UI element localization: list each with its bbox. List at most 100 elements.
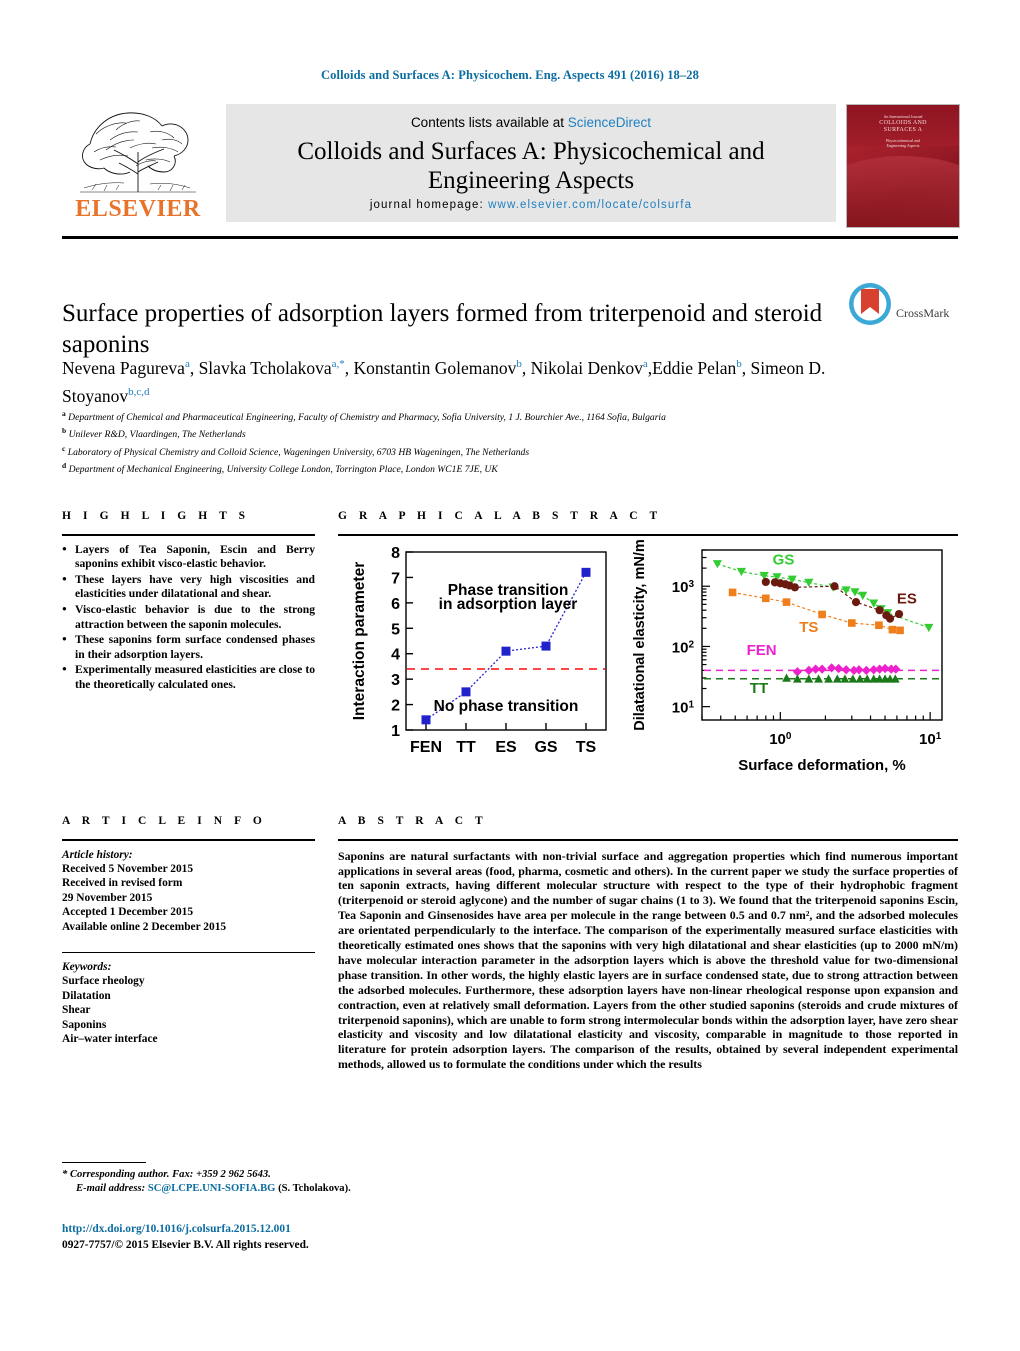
author-1: Nevena Pagurevaa, <box>62 357 199 378</box>
crossmark-label: CrossMark <box>896 306 950 320</box>
homepage-url[interactable]: www.elsevier.com/locate/colsurfa <box>488 199 692 211</box>
y-tick-label: 2 <box>391 698 400 715</box>
masthead-divider <box>62 236 958 239</box>
data-point <box>501 646 511 656</box>
keyword-item: Air–water interface <box>62 1033 158 1046</box>
article-history-block: Article history: Received 5 November 201… <box>62 848 315 934</box>
doi-link[interactable]: http://dx.doi.org/10.1016/j.colsurfa.201… <box>62 1222 291 1237</box>
chart-frame <box>701 549 943 721</box>
data-point <box>762 594 770 603</box>
highlight-item: These saponins form surface condensed ph… <box>62 632 315 662</box>
data-point <box>830 582 839 591</box>
data-point <box>896 626 904 635</box>
article-info-rule <box>62 839 315 841</box>
data-point <box>885 614 895 623</box>
journal-homepage: journal homepage: www.elsevier.com/locat… <box>226 199 836 211</box>
cover-line3: SURFACES A <box>883 127 923 133</box>
author-2: Slavka Tcholakovaa,*, <box>198 357 354 378</box>
history-line: Accepted 1 December 2015 <box>62 906 194 919</box>
x-tick-label: ES <box>495 739 517 756</box>
history-line: Available online 2 December 2015 <box>62 920 227 933</box>
y-tick-label: 101 <box>672 699 695 717</box>
x-tick-label: 100 <box>769 731 792 749</box>
graphical-abstract-figures: 1 2 3 4 5 6 7 8 FEN TT ES GS TS Phase transition in ad… <box>338 538 958 776</box>
journal-title: Colloids and Surfaces A: Physicochemical… <box>246 137 816 195</box>
data-point <box>461 687 471 697</box>
chart-annotation: No phase transition <box>434 698 579 715</box>
abstract-section: A B S T R A C T Saponins are natural sur… <box>338 815 958 1072</box>
crossmark-icon <box>849 283 891 325</box>
email-link[interactable]: SC@LCPE.UNI-SOFIA.BG <box>148 1183 276 1194</box>
keywords-block: Keywords: Surface rheology Dilatation Shea… <box>62 960 315 1046</box>
x-tick-label: TS <box>576 739 597 756</box>
homepage-label: journal homepage: <box>369 199 484 211</box>
x-tick-label: FEN <box>410 739 442 756</box>
y-axis-label: Dilatational elasticity, mN/m <box>632 539 648 731</box>
data-point <box>790 583 799 592</box>
x-tick-label: 101 <box>919 731 942 749</box>
graphical-abstract-section: G R A P H I C A L A B S T R A C T <box>338 510 958 536</box>
y-axis-label: Interaction parameter <box>351 562 368 721</box>
journal-cover-thumbnail: An International Journal COLLOIDS AND SU… <box>846 104 960 228</box>
data-point <box>875 606 884 615</box>
graphical-abstract-rule <box>338 534 958 536</box>
x-tick-label: GS <box>534 739 557 756</box>
graphical-abstract-heading: G R A P H I C A L A B S T R A C T <box>338 510 662 522</box>
sciencedirect-link[interactable]: ScienceDirect <box>568 115 651 130</box>
y-tick-label: 5 <box>391 621 400 638</box>
abstract-text: Saponins are natural surfactants with no… <box>338 848 958 1072</box>
crossmark-badge[interactable]: CrossMark <box>848 282 952 330</box>
paper-page: Colloids and Surfaces A: Physicochem. En… <box>0 0 1020 1351</box>
corresponding-text: Corresponding author. Fax: +359 2 962 56… <box>69 1169 271 1180</box>
x-tick-label: TT <box>456 739 476 756</box>
author-4: Nikolai Denkova, <box>530 357 653 378</box>
abstract-heading: A B S T R A C T <box>338 815 488 827</box>
data-point <box>894 609 904 619</box>
keywords-label: Keywords: <box>62 961 112 974</box>
affiliation-a: a Department of Chemical and Pharmaceuti… <box>62 409 666 424</box>
data-point <box>818 610 826 619</box>
data-point <box>888 625 897 634</box>
contents-prefix: Contents lists available at <box>410 115 568 130</box>
keyword-item: Saponins <box>62 1018 107 1031</box>
elsevier-wordmark: ELSEVIER <box>75 196 201 222</box>
article-history-list: Received 5 November 2015 Received in revi… <box>62 862 315 934</box>
series-label-ES: ES <box>897 590 917 607</box>
email-label: E-mail address: <box>76 1183 146 1194</box>
highlights-heading: H I G H L I G H T S <box>62 510 250 522</box>
elsevier-tree-icon <box>80 112 196 193</box>
article-history-label: Article history: <box>62 848 133 861</box>
data-point <box>848 619 856 627</box>
article-info-heading: A R T I C L E I N F O <box>62 815 267 827</box>
affiliation-b: b Unilever R&D, Vlaardingen, The Netherl… <box>62 426 246 441</box>
affiliation-d: d Department of Mechanical Engineering, … <box>62 461 498 476</box>
keyword-item: Shear <box>62 1004 91 1017</box>
cover-line2: COLLOIDS AND <box>879 120 927 126</box>
dilatational-elasticity-chart: 101 102 103 100 101 GS ES TS FEN TT Dilatational e… <box>632 539 943 774</box>
y-tick-label: 103 <box>672 579 695 597</box>
history-line: Received 5 November 2015 <box>62 863 194 875</box>
data-point <box>851 598 861 607</box>
chart-annotation: in adsorption layer <box>439 596 578 613</box>
article-info-section: A R T I C L E I N F O Article history: R… <box>62 815 315 1046</box>
journal-title-line2: Engineering Aspects <box>427 167 635 194</box>
journal-banner: Contents lists available at ScienceDirec… <box>226 104 836 222</box>
cover-line1: An International Journal <box>883 114 923 119</box>
series-label-TT: TT <box>750 680 768 697</box>
journal-title-line1: Colloids and Surfaces A: Physicochemical… <box>297 138 765 165</box>
affiliation-list: a Department of Chemical and Pharmaceuti… <box>62 407 862 477</box>
cover-line5: Engineering Aspects <box>886 143 920 148</box>
page-title: Surface properties of adsorption layers … <box>62 299 823 358</box>
highlights-section: H I G H L I G H T S Layers of Tea Saponi… <box>62 510 315 694</box>
corresponding-mark: * <box>62 1169 68 1180</box>
series-label-GS: GS <box>773 551 795 568</box>
highlight-item: Experimentally measured elasticities are… <box>62 662 315 692</box>
keywords-list: Surface rheology Dilatation Shear Saponins A… <box>62 974 315 1046</box>
y-tick-label: 6 <box>391 596 400 613</box>
highlights-list: Layers of Tea Saponin, Escin and Berry s… <box>62 542 315 693</box>
data-point <box>728 588 737 597</box>
history-line: 29 November 2015 <box>62 891 153 904</box>
contents-line: Contents lists available at ScienceDirec… <box>226 115 836 130</box>
y-tick-label: 102 <box>672 639 695 657</box>
series-label-TS: TS <box>799 619 818 636</box>
